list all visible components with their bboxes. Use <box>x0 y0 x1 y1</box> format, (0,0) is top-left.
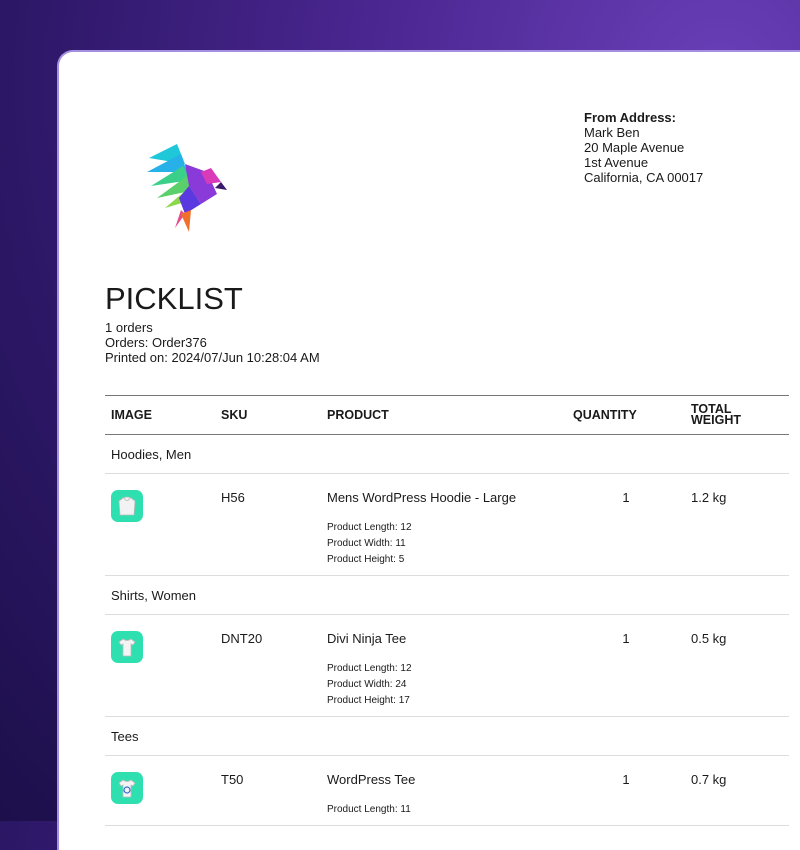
from-address-line: 1st Avenue <box>584 155 649 170</box>
column-header-product: PRODUCT <box>321 395 567 435</box>
from-address-line: 20 Maple Avenue <box>584 140 685 155</box>
table-row: DNT20 Divi Ninja Tee Product Length: 12 … <box>105 614 789 717</box>
product-attribute: Product Width: 11 <box>327 538 406 549</box>
category-label: Hoodies, Men <box>105 434 789 474</box>
product-attribute: Product Height: 17 <box>327 695 410 706</box>
hummingbird-logo-icon <box>147 144 227 232</box>
column-header-image: IMAGE <box>105 395 215 435</box>
picklist-table: IMAGE SKU PRODUCT QUANTITY TOTAL WEIGHT … <box>105 395 789 826</box>
column-header-quantity: QUANTITY <box>567 395 685 435</box>
quantity-cell: 1 <box>567 614 685 717</box>
sku-cell: T50 <box>215 755 321 826</box>
page-title: PICKLIST <box>105 281 243 316</box>
orders-list: Orders: Order376 <box>105 335 207 350</box>
product-attribute: Product Width: 24 <box>327 679 407 690</box>
category-row: Tees <box>105 716 789 756</box>
printed-on: Printed on: 2024/07/Jun 10:28:04 AM <box>105 350 320 365</box>
product-attribute: Product Height: 5 <box>327 554 405 565</box>
tshirt-icon[interactable] <box>111 631 143 663</box>
from-address-line: Mark Ben <box>584 125 640 140</box>
category-label: Shirts, Women <box>105 575 789 615</box>
table-header-row: IMAGE SKU PRODUCT QUANTITY TOTAL WEIGHT <box>105 395 789 435</box>
weight-cell: 1.2 kg <box>685 473 789 576</box>
product-attributes: Product Length: 12 Product Width: 24 Pro… <box>327 661 561 709</box>
product-attribute: Product Length: 11 <box>327 804 411 815</box>
quantity-cell: 1 <box>567 473 685 576</box>
quantity-cell: 1 <box>567 755 685 826</box>
sku-cell: H56 <box>215 473 321 576</box>
product-attribute: Product Length: 12 <box>327 663 412 674</box>
column-header-sku: SKU <box>215 395 321 435</box>
product-attribute: Product Length: 12 <box>327 522 412 533</box>
picklist-page: From Address: Mark Ben 20 Maple Avenue 1… <box>57 50 800 850</box>
weight-cell: 0.5 kg <box>685 614 789 717</box>
product-attributes: Product Length: 11 <box>327 802 561 818</box>
column-header-total-weight: TOTAL WEIGHT <box>685 395 789 435</box>
product-attributes: Product Length: 12 Product Width: 11 Pro… <box>327 520 561 568</box>
from-address: From Address: Mark Ben 20 Maple Avenue 1… <box>584 110 703 185</box>
from-address-line: California, CA 00017 <box>584 170 704 185</box>
picklist-meta: 1 orders Orders: Order376 Printed on: 20… <box>105 320 325 365</box>
orders-count: 1 orders <box>105 320 153 335</box>
category-row: Shirts, Women <box>105 575 789 615</box>
product-name: WordPress Tee <box>327 772 416 787</box>
product-name: Divi Ninja Tee <box>327 631 407 646</box>
from-address-label: From Address: <box>584 110 676 125</box>
product-name: Mens WordPress Hoodie - Large <box>327 490 517 505</box>
table-row: H56 Mens WordPress Hoodie - Large Produc… <box>105 473 789 576</box>
tee-icon[interactable] <box>111 772 143 804</box>
table-row: T50 WordPress Tee Product Length: 11 1 0… <box>105 755 789 826</box>
weight-cell: 0.7 kg <box>685 755 789 826</box>
category-row: Hoodies, Men <box>105 434 789 474</box>
hoodie-icon[interactable] <box>111 490 143 522</box>
sku-cell: DNT20 <box>215 614 321 717</box>
category-label: Tees <box>105 716 789 756</box>
